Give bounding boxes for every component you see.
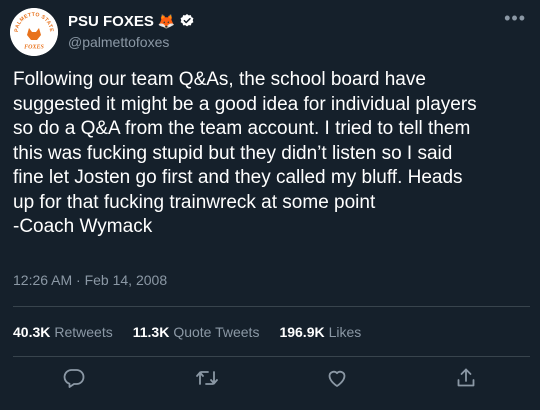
avatar-label-foxes: FOXES [24,45,44,51]
reply-icon[interactable] [62,366,86,390]
verified-icon [179,13,195,29]
share-icon[interactable] [454,366,478,390]
retweets-count: 40.3K [13,324,51,340]
tweet-line: Following our team Q&As, the school boar… [13,69,426,90]
palmetto-foxes-logo: PALMETTO STATE FOXES [10,8,58,56]
quote-tweets-label: Quote Tweets [173,324,260,340]
tweet-line: -Coach Wymack [13,216,153,237]
tweet-line: fine let Josten go first and they called… [13,167,463,188]
likes-stat[interactable]: 196.9K Likes [279,324,361,340]
avatar[interactable]: PALMETTO STATE FOXES [10,8,58,56]
like-icon[interactable] [325,366,349,390]
more-icon[interactable]: ••• [504,8,526,29]
retweets-label: Retweets [54,324,113,340]
retweets-stat[interactable]: 40.3K Retweets [13,324,113,340]
tweet-line: suggested it might be a good idea for in… [13,93,477,115]
handle[interactable]: @palmettofoxes [68,34,195,50]
retweet-icon[interactable] [195,366,219,390]
display-name[interactable]: PSU FOXES [68,13,154,30]
tweet-timestamp[interactable]: 12:26 AM · Feb 14, 2008 [13,272,167,288]
tweet-line: this was fucking stupid but they didn’t … [13,142,453,164]
divider [13,306,530,307]
tweet-header: PALMETTO STATE FOXES PSU FOXES 🦊 @palmet… [10,8,530,60]
quote-tweets-stat[interactable]: 11.3K Quote Tweets [133,324,260,340]
likes-label: Likes [328,324,362,340]
likes-count: 196.9K [279,324,325,340]
fox-emoji: 🦊 [157,13,176,29]
tweet-line: up for that fucking trainwreck at some p… [13,191,376,213]
tweet-body: Following our team Q&As, the school boar… [13,68,533,240]
engagement-stats: 40.3K Retweets 11.3K Quote Tweets 196.9K… [13,324,361,340]
divider [13,356,530,357]
action-bar [0,362,540,394]
tweet-line: so do a Q&A from the team account. I tri… [13,118,471,139]
quote-tweets-count: 11.3K [132,324,170,340]
